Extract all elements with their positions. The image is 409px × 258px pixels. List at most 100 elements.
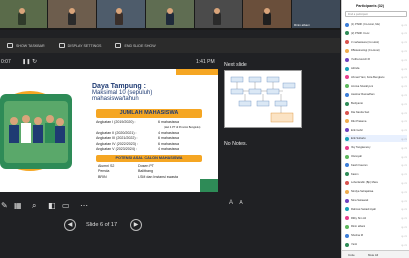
participant-row[interactable]: Erik Suharto ⦸ ▭ (345, 135, 407, 143)
video-off-icon[interactable]: ▭ (404, 93, 407, 97)
participant-row[interactable]: Dia Nanda Sari ⦸ ▭ (345, 109, 407, 116)
participant-row[interactable]: 3 mahasiswa (Co-Host) ⦸ ▭ (345, 39, 407, 46)
participant-row[interactable]: Nindya Sehajatiwa ⦸ ▭ (345, 188, 407, 195)
search-input[interactable]: Find a participant (345, 11, 407, 17)
video-off-icon[interactable]: ▭ (404, 31, 407, 35)
mic-muted-icon[interactable]: ⦸ (402, 93, 404, 97)
video-tile[interactable] (0, 0, 47, 28)
participant-row[interactable]: Rahmat Setiadi Ayah ⦸ ▭ (345, 206, 407, 213)
mic-muted-icon[interactable]: ⦸ (402, 67, 404, 71)
mic-muted-icon[interactable]: ⦸ (402, 49, 404, 53)
participant-row[interactable]: Annisa Sriwahyuni ⦸ ▭ (345, 83, 407, 90)
mic-muted-icon[interactable]: ⦸ (402, 23, 404, 27)
more-options-icon[interactable]: ⋯ (80, 201, 88, 210)
mute-all-button[interactable]: Mute All (368, 253, 378, 257)
video-off-icon[interactable]: ▭ (404, 155, 407, 159)
video-off-icon[interactable]: ▭ (404, 199, 407, 203)
mic-muted-icon[interactable]: ⦸ (402, 58, 404, 62)
mic-muted-icon[interactable]: ⦸ (402, 172, 404, 176)
mic-muted-icon[interactable]: ⦸ (402, 207, 404, 211)
mic-muted-icon[interactable]: ⦸ (402, 243, 404, 247)
video-off-icon[interactable]: ▭ (404, 67, 407, 71)
video-off-icon[interactable]: ▭ (404, 243, 407, 247)
participant-row[interactable]: Nina Setiawati ⦸ ▭ (345, 197, 407, 204)
end-slide-show-button[interactable]: END SLIDE SHOW (115, 43, 156, 48)
participant-row[interactable]: (1) PSDK (Co-Host, Me) ⦸ ▭ (345, 21, 407, 28)
participant-row[interactable]: Ifsy Tangkeramy ⦸ ▭ (345, 144, 407, 151)
participant-row[interactable]: Aswinar Ramadhan ⦸ ▭ (345, 91, 407, 98)
video-off-icon[interactable]: ▭ (404, 225, 407, 229)
video-tile[interactable]: Rinin albani (292, 0, 340, 28)
video-off-icon[interactable]: ▭ (404, 163, 407, 167)
participant-row[interactable]: Kasih Fauzan ⦸ ▭ (345, 162, 407, 169)
next-slide-button[interactable]: ▶ (130, 219, 142, 231)
mic-muted-icon[interactable]: ⦸ (402, 225, 404, 229)
display-settings-button[interactable]: DISPLAY SETTINGS (58, 43, 101, 48)
video-off-icon[interactable]: ▭ (404, 146, 407, 150)
video-tile[interactable] (48, 0, 96, 28)
mic-muted-icon[interactable]: ⦸ (402, 119, 404, 123)
video-off-icon[interactable]: ▭ (404, 172, 407, 176)
subtitles-icon[interactable]: ▭ (62, 201, 70, 210)
mic-muted-icon[interactable]: ⦸ (402, 234, 404, 238)
mic-muted-icon[interactable]: ⦸ (402, 155, 404, 159)
video-off-icon[interactable]: ▭ (404, 40, 407, 44)
participant-row[interactable]: Rifky Sim Ali ⦸ ▭ (345, 215, 407, 222)
show-taskbar-button[interactable]: SHOW TASKBAR (7, 43, 45, 48)
video-off-icon[interactable]: ▭ (404, 111, 407, 115)
font-increase-icon[interactable]: A (229, 200, 233, 206)
participant-row[interactable]: Irfansyah ⦸ ▭ (345, 153, 407, 160)
mic-muted-icon[interactable]: ⦸ (402, 40, 404, 44)
mic-muted-icon[interactable]: ⦸ (402, 199, 404, 203)
mic-muted-icon[interactable]: ⦸ (402, 31, 404, 35)
mic-muted-icon[interactable]: ⦸ (402, 84, 404, 88)
video-off-icon[interactable]: ▭ (404, 137, 407, 141)
participant-row[interactable]: Diki Pratama ⦸ ▭ (345, 118, 407, 125)
invite-button[interactable]: Invite (348, 253, 355, 257)
video-off-icon[interactable]: ▭ (404, 75, 407, 79)
mic-muted-icon[interactable]: ⦸ (402, 163, 404, 167)
mic-muted-icon[interactable]: ⦸ (402, 75, 404, 79)
reset-icon[interactable]: ↻ (32, 58, 37, 65)
zoom-icon[interactable]: ⌕ (32, 201, 36, 211)
video-off-icon[interactable]: ▭ (404, 216, 407, 220)
mic-muted-icon[interactable]: ⦸ (402, 216, 404, 220)
pen-icon[interactable]: ✎ (1, 201, 8, 210)
video-off-icon[interactable]: ▭ (404, 181, 407, 185)
pause-icon[interactable]: ❚❚ (22, 59, 30, 65)
previous-slide-button[interactable]: ◀ (64, 219, 76, 231)
participant-row[interactable]: Yanti ⦸ ▭ (345, 241, 407, 248)
font-decrease-icon[interactable]: A (239, 200, 242, 206)
video-tile[interactable] (97, 0, 145, 28)
mic-muted-icon[interactable]: ⦸ (402, 111, 404, 115)
video-off-icon[interactable]: ▭ (404, 58, 407, 62)
participant-row[interactable]: Erik Gebri ⦸ ▭ (345, 127, 407, 134)
video-tile[interactable] (243, 0, 291, 28)
video-tile[interactable] (146, 0, 194, 28)
participant-row[interactable]: Loberlandin (Bp) Mara ⦸ ▭ (345, 179, 407, 186)
video-off-icon[interactable]: ▭ (404, 190, 407, 194)
see-all-slides-icon[interactable]: ▦ (14, 201, 22, 210)
video-off-icon[interactable]: ▭ (404, 207, 407, 211)
video-off-icon[interactable]: ▭ (404, 128, 407, 132)
participant-row[interactable]: Kasim ⦸ ▭ (345, 171, 407, 178)
mic-muted-icon[interactable]: ⦸ (402, 137, 404, 141)
participant-row[interactable]: Adinda ⦸ ▭ (345, 65, 407, 72)
mic-muted-icon[interactable]: ⦸ (402, 128, 404, 132)
participant-row[interactable]: Yudha Hendri R ⦸ ▭ (345, 56, 407, 63)
mic-muted-icon[interactable]: ⦸ (402, 181, 404, 185)
next-slide-preview[interactable] (224, 70, 302, 128)
video-off-icon[interactable]: ▭ (404, 49, 407, 53)
video-off-icon[interactable]: ▭ (404, 119, 407, 123)
participant-row[interactable]: Budiyanto ⦸ ▭ (345, 100, 407, 107)
black-screen-icon[interactable]: ◧ (48, 201, 56, 210)
participant-row[interactable]: (2) PSDK Co-H ⦸ ▭ (345, 30, 407, 37)
mic-muted-icon[interactable]: ⦸ (402, 146, 404, 150)
mic-muted-icon[interactable]: ⦸ (402, 190, 404, 194)
participant-row[interactable]: Rinin albani ⦸ ▭ (345, 223, 407, 230)
participant-row[interactable]: FBioteknologi (Co-Host) ⦸ ▭ (345, 47, 407, 54)
video-off-icon[interactable]: ▭ (404, 23, 407, 27)
video-off-icon[interactable]: ▭ (404, 84, 407, 88)
participant-row[interactable]: Shelina M ⦸ ▭ (345, 232, 407, 239)
mic-muted-icon[interactable]: ⦸ (402, 102, 404, 106)
